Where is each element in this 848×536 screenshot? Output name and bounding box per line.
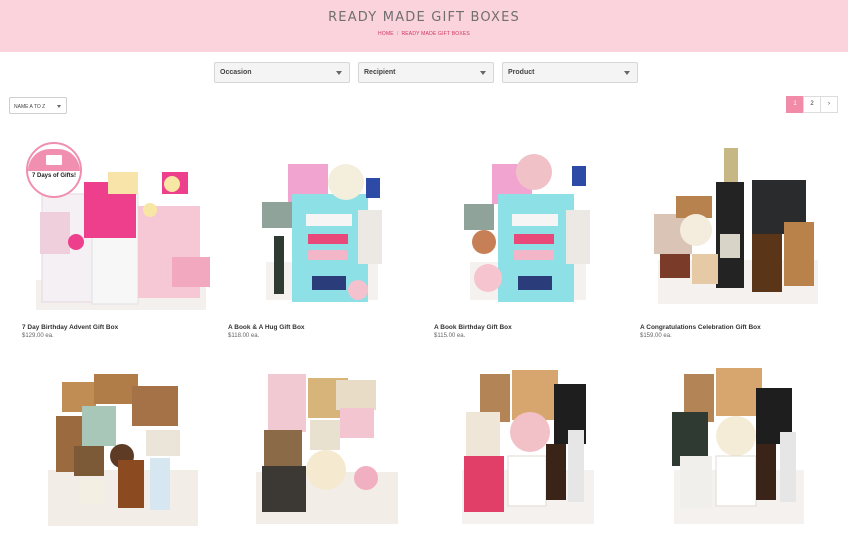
product-image[interactable]: [640, 360, 828, 536]
product-name[interactable]: 7 Day Birthday Advent Gift Box: [22, 324, 118, 331]
sort-select[interactable]: NAME A TO Z: [9, 97, 67, 114]
product-price: $115.00 ea.: [434, 333, 466, 339]
advent-badge: 7 Days of Gifts!: [26, 142, 82, 198]
product-filter-select[interactable]: Product: [502, 62, 638, 83]
page-1-button[interactable]: 1: [786, 96, 804, 113]
page-2-button[interactable]: 2: [803, 96, 821, 113]
pagination: 1 2 ›: [786, 96, 838, 113]
badge-text: 7 Days of Gifts!: [31, 173, 76, 179]
product-image[interactable]: [228, 142, 416, 322]
product-filter-label: Product: [508, 69, 535, 76]
chevron-down-icon: [480, 71, 486, 75]
breadcrumb-home-link[interactable]: HOME: [378, 31, 394, 37]
chevron-down-icon: [336, 71, 342, 75]
product-name[interactable]: A Book Birthday Gift Box: [434, 324, 512, 331]
product-image[interactable]: [640, 142, 828, 322]
sort-selected-label: NAME A TO Z: [14, 104, 46, 110]
page-title: READY MADE GIFT BOXES: [328, 10, 520, 25]
product-image[interactable]: [434, 142, 622, 322]
product-price: $118.00 ea.: [228, 333, 260, 339]
product-image[interactable]: [228, 360, 416, 536]
chevron-down-icon: [624, 71, 630, 75]
page-hero: READY MADE GIFT BOXES HOME / READY MADE GI…: [0, 0, 848, 52]
product-price: $129.00 ea.: [22, 333, 54, 339]
breadcrumb: HOME / READY MADE GIFT BOXES: [0, 31, 848, 37]
recipient-filter-label: Recipient: [364, 69, 396, 76]
chevron-down-icon: [57, 105, 61, 108]
product-image[interactable]: [434, 360, 622, 536]
product-image[interactable]: [22, 360, 210, 536]
chevron-right-icon[interactable]: ›: [820, 96, 838, 113]
cake-icon: [28, 149, 80, 171]
recipient-filter-select[interactable]: Recipient: [358, 62, 494, 83]
breadcrumb-current: READY MADE GIFT BOXES: [401, 31, 470, 37]
product-price: $159.00 ea.: [640, 333, 672, 339]
breadcrumb-separator: /: [396, 31, 399, 37]
occasion-filter-select[interactable]: Occasion: [214, 62, 350, 83]
product-name[interactable]: A Congratulations Celebration Gift Box: [640, 324, 761, 331]
occasion-filter-label: Occasion: [220, 69, 252, 76]
product-name[interactable]: A Book & A Hug Gift Box: [228, 324, 305, 331]
